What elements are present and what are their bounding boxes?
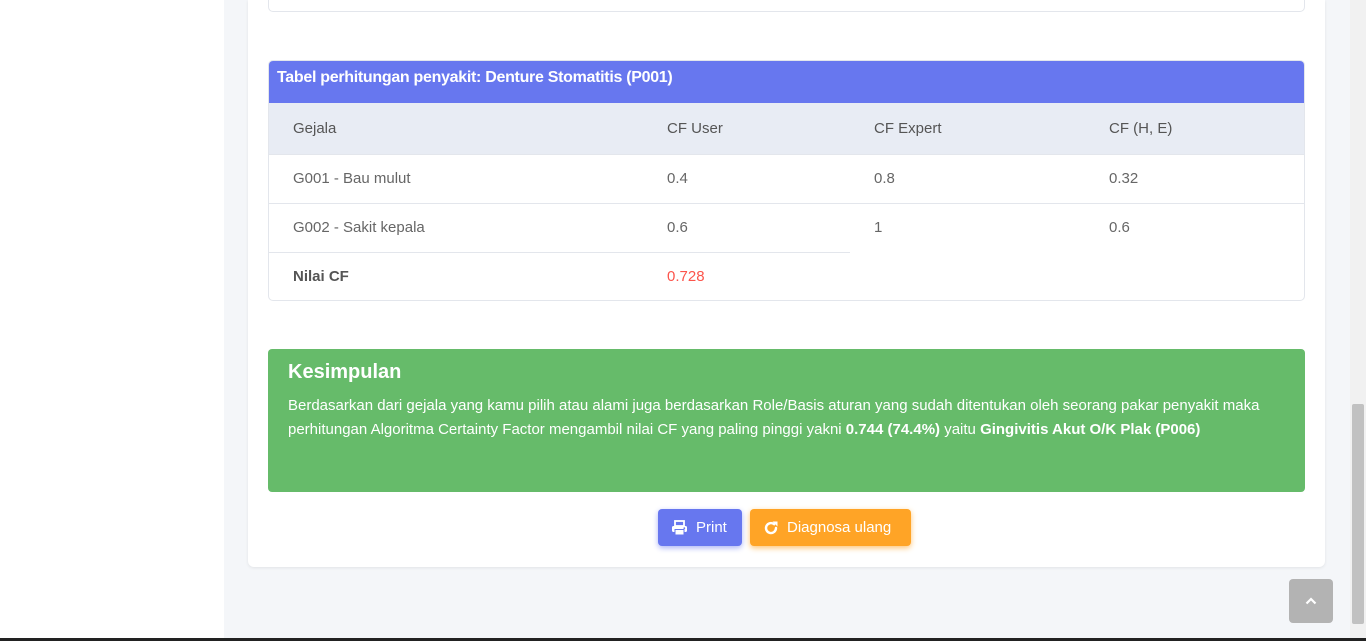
table-row: G002 - Sakit kepala 0.6 1 0.6 [269, 203, 1304, 253]
total-value: 0.728 [667, 268, 705, 285]
total-row: Nilai CF 0.728 [269, 252, 1304, 300]
conclusion-alert: Kesimpulan Berdasarkan dari gejala yang … [268, 349, 1305, 492]
previous-table-card [268, 0, 1305, 12]
header-cf-expert: CF Expert [850, 103, 1085, 155]
sidebar [0, 0, 225, 641]
total-label: Nilai CF [293, 268, 349, 285]
table-header-row: Gejala CF User CF Expert CF (H, E) [269, 103, 1304, 155]
redo-icon [764, 521, 778, 534]
conclusion-title: Kesimpulan [288, 361, 402, 383]
conclusion-text: Berdasarkan dari gejala yang kamu pilih … [288, 394, 1285, 442]
header-gejala: Gejala [269, 103, 643, 155]
cell-cf-he: 0.6 [1109, 219, 1130, 237]
table-row: G001 - Bau mulut 0.4 0.8 0.32 [269, 154, 1304, 203]
cell-gejala: G002 - Sakit kepala [269, 203, 643, 253]
cell-cf-expert: 1 [874, 219, 883, 237]
cell-cf-user: 0.4 [667, 170, 688, 187]
cell-gejala: G001 - Bau mulut [293, 170, 411, 187]
conclusion-value: 0.744 (74.4%) [845, 421, 941, 438]
cell-cf-expert: 0.8 [874, 170, 895, 187]
diagnosa-ulang-button[interactable]: Diagnosa ulang [750, 509, 911, 546]
cell-cf-he: 0.32 [1109, 170, 1139, 187]
print-button-label: Print [696, 519, 727, 536]
header-cf-he: CF (H, E) [1085, 103, 1304, 155]
print-button[interactable]: Print [658, 509, 742, 546]
printer-icon [672, 519, 687, 535]
conclusion-text-middle: yaitu [940, 421, 981, 438]
chevron-up-icon [1305, 597, 1317, 605]
diagnosa-ulang-label: Diagnosa ulang [787, 519, 892, 536]
calculation-table-card: Tabel perhitungan penyakit: Denture Stom… [268, 60, 1305, 301]
cell-cf-user: 0.6 [643, 203, 850, 253]
header-cf-user: CF User [643, 103, 850, 155]
calculation-table: Gejala CF User CF Expert CF (H, E) G001 … [269, 103, 1304, 300]
scroll-to-top-button[interactable] [1289, 579, 1333, 623]
scrollbar-thumb[interactable] [1352, 404, 1364, 624]
conclusion-disease: Gingivitis Akut O/K Plak (P006) [980, 421, 1201, 438]
table-title: Tabel perhitungan penyakit: Denture Stom… [269, 61, 1304, 103]
